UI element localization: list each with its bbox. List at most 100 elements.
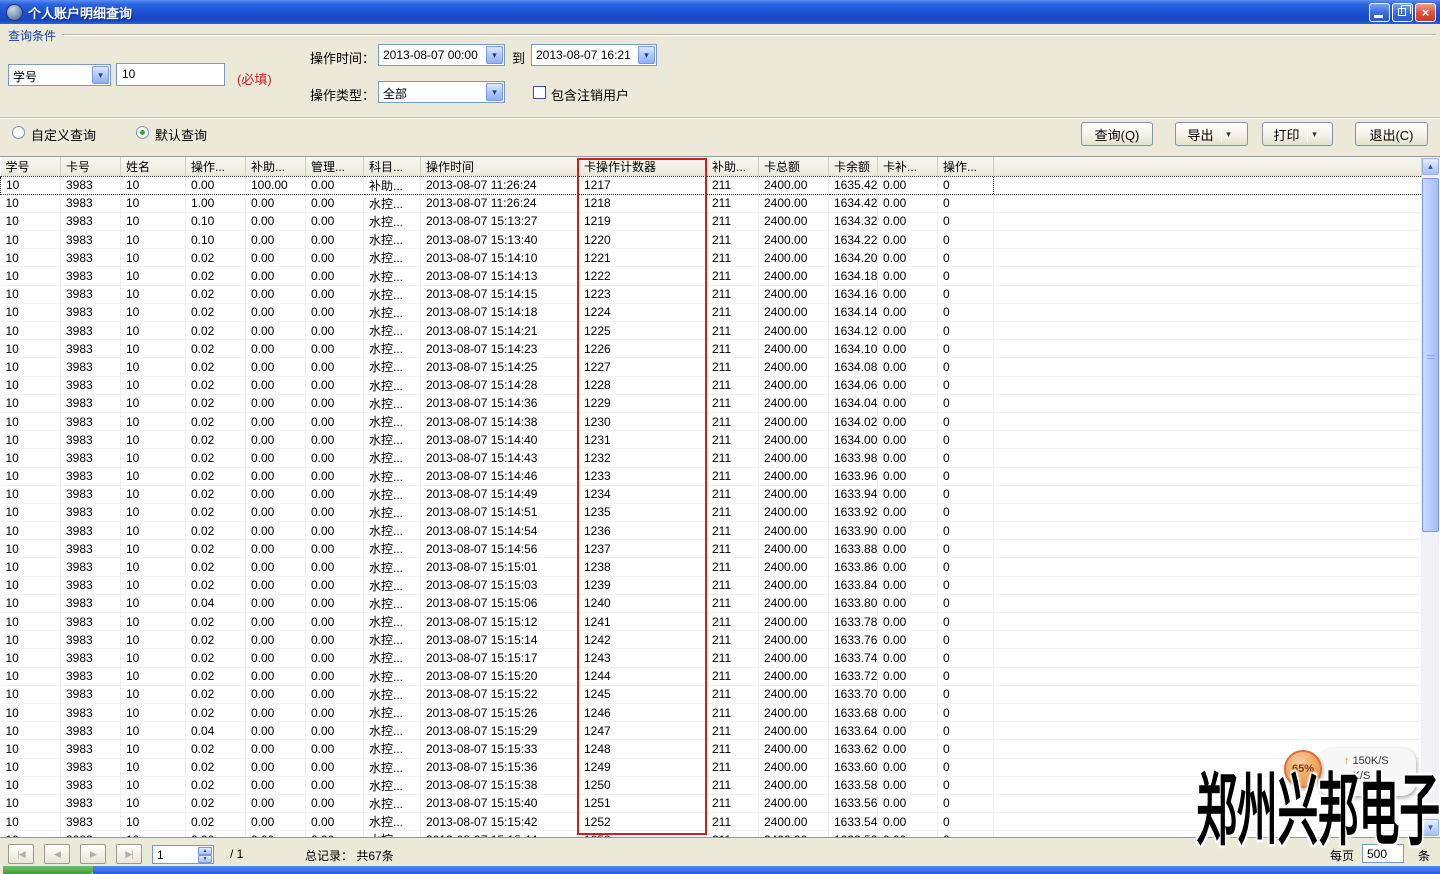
page-number-input[interactable]: 1 ▲ ▼ — [152, 845, 214, 864]
table-cell: 10 — [1, 212, 61, 230]
column-header[interactable]: 操作... — [186, 157, 246, 176]
table-row[interactable]: 103983100.020.000.00水控...2013-08-07 15:1… — [1, 576, 1422, 594]
table-row[interactable]: 103983100.020.000.00水控...2013-08-07 15:1… — [1, 685, 1422, 703]
export-button[interactable]: 导出 ▾ — [1175, 122, 1248, 146]
table-row[interactable]: 103983100.020.000.00水控...2013-08-07 15:1… — [1, 631, 1422, 649]
spinner-down-icon[interactable]: ▼ — [198, 855, 212, 863]
column-header[interactable]: 卡号 — [61, 157, 121, 176]
chevron-down-icon[interactable]: ▾ — [1308, 129, 1322, 140]
time-to-combobox[interactable]: 2013-08-07 16:21 ▾ — [531, 44, 657, 66]
table-row[interactable]: 103983100.020.000.00水控...2013-08-07 15:1… — [1, 412, 1422, 430]
chevron-down-icon[interactable]: ▾ — [92, 66, 109, 84]
column-header[interactable]: 操作时间 — [421, 157, 579, 176]
table-row[interactable]: 103983100.020.000.00水控...2013-08-07 15:1… — [1, 303, 1422, 321]
type-combobox[interactable]: 全部 ▾ — [378, 81, 505, 103]
table-row[interactable]: 103983100.040.000.00水控...2013-08-07 15:1… — [1, 594, 1422, 612]
table-row[interactable]: 103983100.020.000.00水控...2013-08-07 15:1… — [1, 340, 1422, 358]
table-cell: 10 — [1, 558, 61, 576]
table-cell: 10 — [121, 667, 186, 685]
default-query-radio[interactable] — [136, 126, 149, 139]
table-row[interactable]: 103983100.020.000.00水控...2013-08-07 15:1… — [1, 249, 1422, 267]
close-button[interactable]: × — [1415, 3, 1436, 22]
table-cell: 2400.00 — [759, 703, 829, 721]
table-cell: 0 — [938, 485, 994, 503]
table-row[interactable]: 103983100.020.000.00水控...2013-08-07 15:1… — [1, 376, 1422, 394]
table-row[interactable]: 103983100.020.000.00水控...2013-08-07 15:1… — [1, 358, 1422, 376]
table-cell: 10 — [121, 322, 186, 340]
table-cell-filler — [994, 722, 1422, 740]
table-cell: 2400.00 — [759, 285, 829, 303]
custom-query-radio[interactable] — [12, 126, 25, 139]
table-row[interactable]: 103983100.020.000.00水控...2013-08-07 15:1… — [1, 522, 1422, 540]
field-value-input[interactable]: 10 — [116, 63, 225, 86]
table-row[interactable]: 103983100.020.000.00水控...2013-08-07 15:1… — [1, 613, 1422, 631]
start-button-sliver[interactable] — [3, 866, 93, 874]
table-cell: 0.02 — [186, 794, 246, 812]
column-header[interactable]: 学号 — [1, 157, 61, 176]
prev-page-button[interactable]: ◀ — [44, 844, 70, 864]
table-row[interactable]: 103983100.020.000.00水控...2013-08-07 15:1… — [1, 285, 1422, 303]
column-header[interactable]: 补助... — [707, 157, 759, 176]
table-cell: 0.00 — [878, 758, 938, 776]
column-header[interactable]: 管理... — [306, 157, 364, 176]
table-row[interactable]: 103983100.020.000.00水控...2013-08-07 15:1… — [1, 485, 1422, 503]
table-row[interactable]: 103983100.020.000.00水控...2013-08-07 15:1… — [1, 322, 1422, 340]
last-page-button[interactable]: ▶| — [116, 844, 142, 864]
table-row[interactable]: 103983100.020.000.00水控...2013-08-07 15:1… — [1, 449, 1422, 467]
table-row[interactable]: 103983100.020.000.00水控...2013-08-07 15:1… — [1, 431, 1422, 449]
table-row[interactable]: 103983100.020.000.00水控...2013-08-07 15:1… — [1, 540, 1422, 558]
table-cell: 3983 — [61, 467, 121, 485]
query-button[interactable]: 查询(Q) — [1081, 122, 1153, 146]
scrollbar-thumb[interactable] — [1422, 178, 1439, 532]
spinner-up-icon[interactable]: ▲ — [198, 847, 212, 855]
column-header[interactable]: 补助... — [246, 157, 306, 176]
print-button[interactable]: 打印 ▾ — [1262, 122, 1333, 146]
table-row[interactable]: 103983100.00100.000.00补助...2013-08-07 11… — [1, 176, 1422, 194]
minimize-button[interactable] — [1369, 3, 1390, 22]
table-row[interactable]: 103983100.040.000.00水控...2013-08-07 15:1… — [1, 722, 1422, 740]
chevron-down-icon[interactable]: ▾ — [486, 46, 503, 64]
table-cell: 0.00 — [306, 485, 364, 503]
column-header[interactable]: 科目... — [364, 157, 421, 176]
table-row[interactable]: 103983100.020.000.00水控...2013-08-07 15:1… — [1, 649, 1422, 667]
table-cell: 10 — [1, 503, 61, 521]
chevron-down-icon[interactable]: ▾ — [486, 83, 503, 101]
column-header[interactable]: 卡补... — [878, 157, 938, 176]
vertical-scrollbar[interactable]: ▲ ▼ — [1422, 158, 1439, 836]
table-row[interactable]: 103983100.020.000.00水控...2013-08-07 15:1… — [1, 558, 1422, 576]
table-row[interactable]: 103983100.020.000.00水控...2013-08-07 15:1… — [1, 503, 1422, 521]
table-cell: 211 — [707, 667, 759, 685]
column-header[interactable]: 卡操作计数器 — [579, 157, 707, 176]
include-cancelled-checkbox[interactable] — [533, 86, 546, 99]
table-cell: 1237 — [579, 540, 707, 558]
table-cell-filler — [994, 576, 1422, 594]
next-page-button[interactable]: ▶ — [80, 844, 106, 864]
table-row[interactable]: 103983100.020.000.00水控...2013-08-07 15:1… — [1, 703, 1422, 721]
time-from-combobox[interactable]: 2013-08-07 00:00 ▾ — [378, 44, 505, 66]
field-type-combobox[interactable]: 学号 ▾ — [8, 64, 111, 86]
table-row[interactable]: 103983101.000.000.00水控...2013-08-07 11:2… — [1, 194, 1422, 212]
exit-button[interactable]: 退出(C) — [1355, 122, 1428, 146]
table-row[interactable]: 103983100.100.000.00水控...2013-08-07 15:1… — [1, 212, 1422, 230]
table-cell-filler — [994, 485, 1422, 503]
column-header[interactable]: 卡余额 — [829, 157, 878, 176]
table-row[interactable]: 103983100.020.000.00水控...2013-08-07 15:1… — [1, 467, 1422, 485]
table-row[interactable]: 103983100.020.000.00水控...2013-08-07 15:1… — [1, 267, 1422, 285]
table-row[interactable]: 103983100.100.000.00水控...2013-08-07 15:1… — [1, 231, 1422, 249]
column-header[interactable]: 姓名 — [121, 157, 186, 176]
table-cell: 水控... — [364, 576, 421, 594]
table-row[interactable]: 103983100.020.000.00水控...2013-08-07 15:1… — [1, 667, 1422, 685]
chevron-down-icon[interactable]: ▾ — [1222, 129, 1236, 140]
table-cell: 水控... — [364, 303, 421, 321]
column-header[interactable]: 卡总额 — [759, 157, 829, 176]
table-cell: 水控... — [364, 667, 421, 685]
restore-button[interactable] — [1392, 3, 1413, 22]
chevron-down-icon[interactable]: ▾ — [638, 46, 655, 64]
table-row[interactable]: 103983100.020.000.00水控...2013-08-07 15:1… — [1, 394, 1422, 412]
table-cell: 0 — [938, 722, 994, 740]
first-page-button[interactable]: |◀ — [8, 844, 34, 864]
column-header[interactable]: 操作... — [938, 157, 994, 176]
scroll-up-button[interactable]: ▲ — [1422, 158, 1439, 175]
table-cell: 0.00 — [246, 685, 306, 703]
table-cell: 0.10 — [186, 212, 246, 230]
